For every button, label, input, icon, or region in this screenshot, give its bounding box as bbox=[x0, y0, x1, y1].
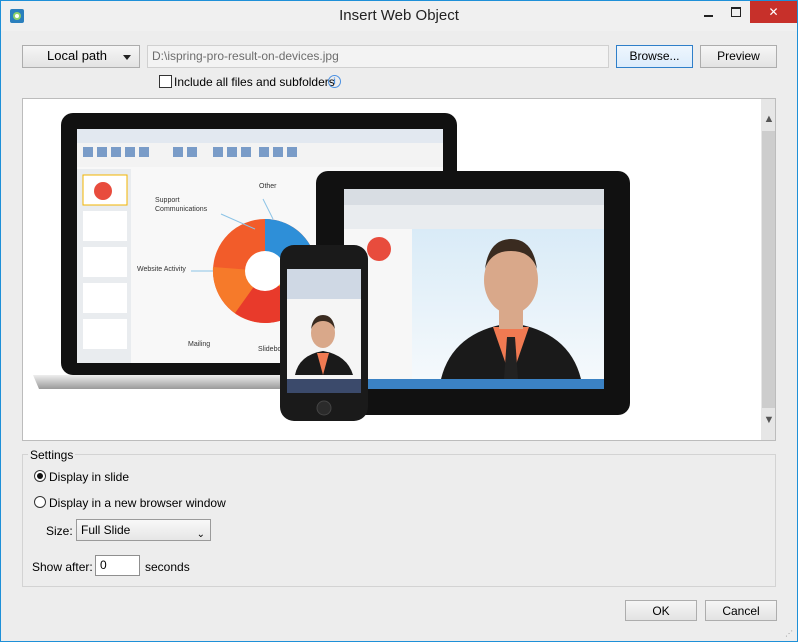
source-type-label: Local path bbox=[47, 48, 107, 63]
display-in-slide-label: Display in slide bbox=[49, 470, 130, 484]
cancel-button[interactable]: Cancel bbox=[705, 600, 777, 621]
scroll-down-icon[interactable]: ▼ bbox=[761, 412, 775, 428]
dialog-window: Insert Web Object ✕ Local path D:\isprin… bbox=[0, 0, 798, 642]
svg-text:Communications: Communications bbox=[155, 206, 208, 213]
minimize-icon bbox=[704, 15, 713, 17]
path-field[interactable]: D:\ispring-pro-result-on-devices.jpg bbox=[147, 45, 609, 68]
display-in-browser-label: Display in a new browser window bbox=[49, 496, 226, 510]
close-button[interactable]: ✕ bbox=[750, 1, 797, 23]
ok-button[interactable]: OK bbox=[625, 600, 697, 621]
display-in-browser-radio[interactable] bbox=[34, 496, 46, 508]
browse-button[interactable]: Browse... bbox=[616, 45, 693, 68]
display-in-slide-radio[interactable] bbox=[34, 470, 46, 482]
include-subfolders-label: Include all files and subfolders bbox=[174, 75, 335, 89]
dropdown-arrow-icon bbox=[123, 55, 131, 60]
info-icon[interactable]: i bbox=[328, 75, 341, 88]
settings-title: Settings bbox=[28, 448, 76, 462]
size-dropdown[interactable]: Full Slide ⌄ bbox=[76, 519, 211, 541]
label-website: Website Activity bbox=[137, 266, 186, 273]
resize-grip-icon[interactable]: ⋰ bbox=[785, 629, 795, 639]
seconds-label: seconds bbox=[145, 560, 190, 574]
include-subfolders-checkbox[interactable] bbox=[159, 75, 172, 88]
label-other: Other bbox=[259, 183, 277, 190]
chevron-down-icon: ⌄ bbox=[196, 529, 205, 540]
label-mailing: Mailing bbox=[188, 341, 210, 348]
size-label: Size: bbox=[46, 524, 73, 538]
preview-image: Support Communications Other Website Act… bbox=[23, 99, 761, 440]
show-after-input[interactable]: 0 bbox=[95, 555, 140, 576]
scroll-thumb[interactable] bbox=[762, 131, 775, 408]
maximize-icon bbox=[731, 7, 741, 17]
preview-panel: Support Communications Other Website Act… bbox=[22, 98, 776, 441]
label-support: Support bbox=[155, 197, 180, 204]
title-bar: Insert Web Object ✕ bbox=[1, 1, 797, 31]
preview-scrollbar[interactable]: ▲ ▼ bbox=[761, 99, 775, 440]
window-title: Insert Web Object bbox=[339, 7, 459, 24]
minimize-button[interactable] bbox=[696, 1, 722, 23]
size-value: Full Slide bbox=[81, 523, 131, 537]
show-after-label: Show after: bbox=[32, 560, 93, 574]
preview-button[interactable]: Preview bbox=[700, 45, 777, 68]
source-type-dropdown[interactable]: Local path bbox=[22, 45, 140, 68]
close-icon: ✕ bbox=[768, 5, 779, 19]
scroll-up-icon[interactable]: ▲ bbox=[761, 111, 775, 127]
maximize-button[interactable] bbox=[723, 1, 749, 23]
